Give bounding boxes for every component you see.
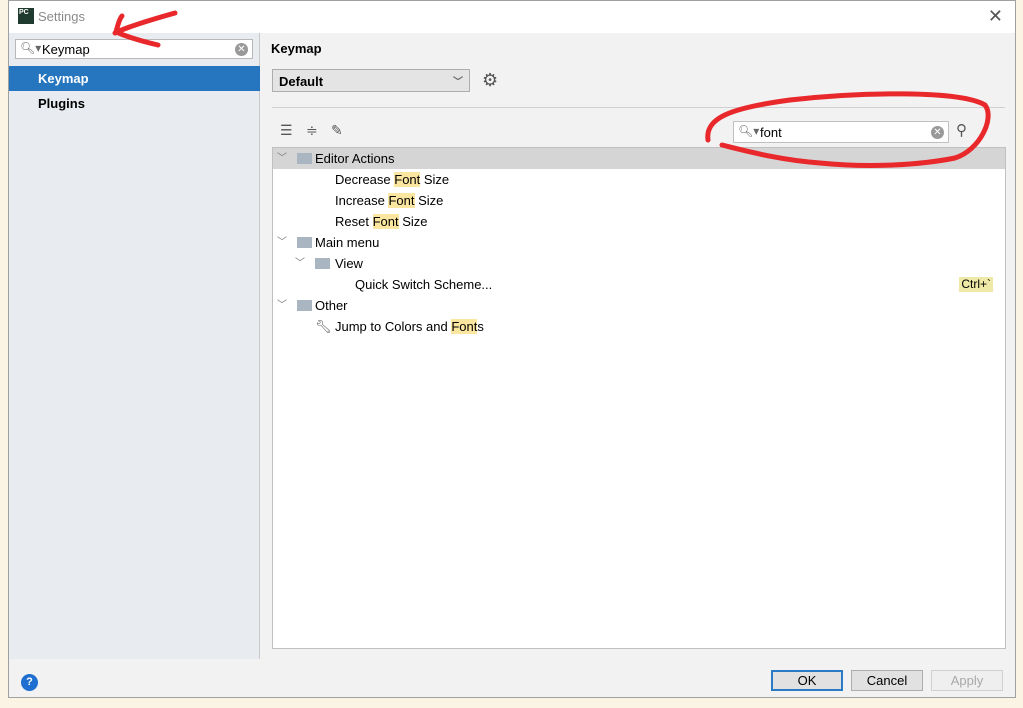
search-value: Keymap [42, 42, 90, 57]
chevron-down-icon[interactable]: ﹀ [277, 232, 287, 253]
gear-icon[interactable]: ⚙ [482, 70, 498, 91]
pycharm-logo: PC [18, 8, 34, 24]
search-icon: 🔍︎▾ [20, 41, 42, 55]
collapse-all-icon[interactable]: ≑ [306, 122, 318, 139]
label-text: s [477, 319, 484, 334]
tree-row-label: View [335, 253, 363, 274]
search-icon: 🔍︎▾ [738, 124, 760, 138]
help-icon[interactable]: ? [21, 674, 38, 691]
match-highlight: Font [394, 172, 421, 187]
keymap-select[interactable]: Default ﹀ [272, 69, 470, 92]
tree-row[interactable]: 🔧︎ Jump to Colors and Fonts [273, 316, 1005, 337]
chevron-down-icon: ﹀ [453, 77, 463, 88]
label-text: Size [414, 193, 444, 208]
label-text: Size [420, 172, 450, 187]
tree-row-label: Jump to Colors and Fonts [335, 316, 484, 337]
tree-row[interactable]: Reset Font Size [273, 211, 1005, 232]
label-text: Size [398, 214, 428, 229]
main-menu-folder-icon [297, 237, 312, 248]
label-text: Increase [335, 193, 389, 208]
match-highlight: Font [388, 193, 415, 208]
clear-search-icon[interactable]: ✕ [235, 43, 248, 56]
keymap-select-value: Default [279, 74, 324, 89]
label-text: View [335, 256, 363, 271]
chevron-down-icon[interactable]: ﹀ [295, 253, 305, 274]
tree-row-label: Main menu [315, 232, 379, 253]
label-text: Reset [335, 214, 373, 229]
divider [272, 107, 1005, 108]
sidebar-item-keymap[interactable]: Keymap [9, 66, 260, 91]
tree-row-label: Reset Font Size [335, 211, 428, 232]
tree-row-label: Increase Font Size [335, 190, 443, 211]
keymap-panel: Keymap Default ﹀ ⚙ ☰ ≑ ✎ 🔍︎▾ font ✕ ⚲ ﹀ Ed… [260, 33, 1015, 659]
tree-row[interactable]: ﹀ View [273, 253, 1005, 274]
tree-row-label: Decrease Font Size [335, 169, 449, 190]
find-by-shortcut-icon[interactable]: ⚲ [956, 121, 967, 139]
dialog-footer: ? OK Cancel Apply [9, 659, 1015, 699]
page-title: Keymap [271, 41, 322, 56]
ok-button[interactable]: OK [771, 670, 843, 691]
filter-value: font [760, 125, 782, 140]
settings-search-input[interactable]: 🔍︎▾ Keymap ✕ [15, 39, 253, 59]
tree-row-label: Quick Switch Scheme... [355, 274, 492, 295]
tree-row[interactable]: ﹀ Editor Actions [273, 148, 1005, 169]
label-text: Other [315, 298, 348, 313]
label-text: Jump to Colors and [335, 319, 452, 334]
tree-row[interactable]: Increase Font Size [273, 190, 1005, 211]
chevron-down-icon[interactable]: ﹀ [277, 295, 287, 316]
label-text: Main menu [315, 235, 380, 250]
match-highlight: Font [372, 214, 399, 229]
other-folder-icon [297, 300, 312, 311]
window-title: Settings [38, 9, 85, 24]
label-text: Quick Switch Scheme... [355, 277, 493, 292]
apply-button[interactable]: Apply [931, 670, 1003, 691]
sidebar-item-plugins[interactable]: Plugins [9, 91, 260, 116]
cancel-button[interactable]: Cancel [851, 670, 923, 691]
folder-icon [315, 258, 330, 269]
chevron-down-icon[interactable]: ﹀ [277, 148, 287, 169]
shortcut-badge: Ctrl+` [959, 277, 993, 292]
label-text: Decrease [335, 172, 395, 187]
match-highlight: Font [451, 319, 478, 334]
tree-row-label: Other [315, 295, 348, 316]
action-filter-input[interactable]: 🔍︎▾ font ✕ [733, 121, 949, 143]
tree-row[interactable]: ﹀ Main menu [273, 232, 1005, 253]
label-text: Editor Actions [315, 151, 395, 166]
edit-icon[interactable]: ✎ [331, 122, 343, 139]
close-icon[interactable]: ✕ [988, 6, 1003, 27]
wrench-icon: 🔧︎ [315, 319, 332, 334]
settings-sidebar: 🔍︎▾ Keymap ✕ Keymap Plugins [9, 33, 260, 659]
tree-row[interactable]: Decrease Font Size [273, 169, 1005, 190]
expand-all-icon[interactable]: ☰ [280, 122, 293, 139]
tree-row-label: Editor Actions [315, 148, 395, 169]
tree-row[interactable]: Quick Switch Scheme... Ctrl+` [273, 274, 1005, 295]
clear-filter-icon[interactable]: ✕ [931, 126, 944, 139]
tree-row[interactable]: ﹀ Other [273, 295, 1005, 316]
keymap-tree: ﹀ Editor Actions Decrease Font Size Increas… [272, 147, 1006, 649]
settings-dialog: PC Settings ✕ 🔍︎▾ Keymap ✕ Keymap Plugin… [8, 0, 1016, 698]
title-bar: PC Settings ✕ [9, 1, 1015, 33]
editor-actions-folder-icon [297, 153, 312, 164]
